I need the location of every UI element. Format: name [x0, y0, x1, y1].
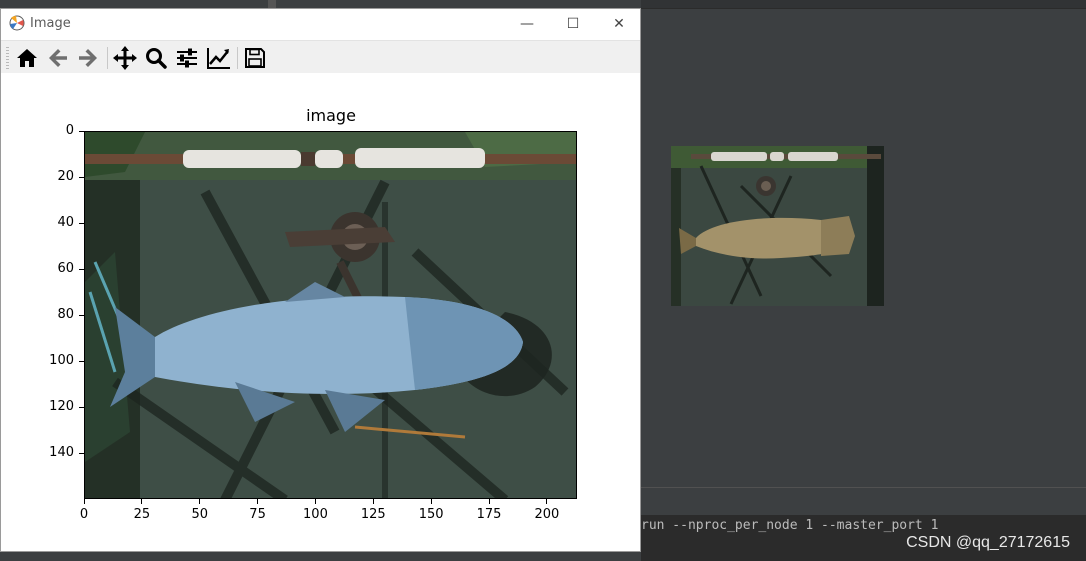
- home-button[interactable]: [13, 44, 41, 72]
- y-tick: [79, 176, 84, 178]
- x-tick-label: 75: [249, 507, 266, 522]
- ide-top-bar: [641, 0, 1086, 9]
- y-tick: [79, 360, 84, 362]
- move-icon: [113, 46, 137, 70]
- subplots-button[interactable]: [173, 44, 201, 72]
- y-tick-label: 20: [57, 169, 74, 184]
- forward-button[interactable]: [74, 44, 102, 72]
- x-tick: [488, 499, 490, 504]
- preview-image: [671, 146, 884, 306]
- toolbar-separator: [107, 47, 108, 69]
- x-tick-label: 100: [303, 507, 328, 522]
- plot-title: image: [306, 106, 356, 125]
- maximize-button[interactable]: ☐: [550, 9, 596, 39]
- magnifier-icon: [146, 48, 167, 69]
- x-tick: [199, 499, 201, 504]
- sliders-icon: [177, 48, 197, 68]
- y-tick-label: 40: [57, 215, 74, 230]
- x-tick-label: 200: [534, 507, 560, 522]
- x-tick-label: 150: [418, 507, 444, 522]
- x-tick: [141, 499, 143, 504]
- ide-tool-strip: [641, 487, 1086, 516]
- x-tick-label: 0: [79, 507, 89, 522]
- x-tick: [257, 499, 259, 504]
- toolbar-grip[interactable]: [6, 47, 9, 69]
- y-tick: [79, 406, 84, 408]
- close-button[interactable]: ✕: [596, 9, 642, 39]
- y-tick-label: 140: [49, 445, 74, 460]
- home-icon: [17, 49, 37, 67]
- x-tick-label: 25: [133, 507, 151, 522]
- ide-splitter[interactable]: [268, 0, 276, 8]
- figure-canvas[interactable]: image 0 25 50 75 100 125 150 175 200 0 2…: [1, 73, 640, 551]
- matplotlib-icon: [9, 15, 25, 31]
- back-button[interactable]: [44, 44, 72, 72]
- watermark: CSDN @qq_27172615: [906, 534, 1070, 551]
- y-tick-label: 120: [49, 399, 74, 414]
- y-tick-label: 80: [57, 307, 74, 322]
- x-tick: [372, 499, 374, 504]
- x-tick-label: 175: [476, 507, 502, 522]
- terminal-command-text: run --nproc_per_node 1 --master_port 1: [641, 518, 939, 533]
- x-tick-label: 125: [360, 507, 386, 522]
- pan-button[interactable]: [111, 44, 139, 72]
- save-button[interactable]: [241, 44, 269, 72]
- zoom-button[interactable]: [142, 44, 170, 72]
- close-icon: ✕: [613, 16, 625, 32]
- x-tick: [430, 499, 432, 504]
- y-tick: [79, 222, 84, 224]
- minimize-button[interactable]: —: [504, 9, 550, 39]
- line-chart-icon: [207, 48, 230, 69]
- floppy-disk-icon: [245, 48, 265, 68]
- axes-image-area[interactable]: [84, 131, 577, 499]
- x-tick: [83, 499, 85, 504]
- y-tick: [79, 314, 84, 316]
- customize-button[interactable]: [205, 44, 233, 72]
- window-title: Image: [30, 16, 71, 31]
- y-tick-label: 60: [57, 261, 74, 276]
- y-tick: [79, 452, 84, 454]
- maximize-icon: ☐: [566, 16, 580, 32]
- y-tick-label: 0: [65, 123, 74, 138]
- minimize-icon: —: [520, 16, 534, 32]
- window-title-bar[interactable]: Image — ☐ ✕: [1, 9, 640, 40]
- arrow-left-icon: [49, 49, 67, 67]
- figure-window: Image — ☐ ✕ image 0 25 50 75 100 125 150…: [0, 8, 641, 552]
- arrow-right-icon: [79, 49, 97, 67]
- y-tick-label: 100: [49, 353, 74, 368]
- displayed-image: [85, 132, 576, 498]
- navigation-toolbar: [1, 40, 640, 75]
- toolbar-separator: [237, 47, 238, 69]
- x-tick-label: 50: [191, 507, 208, 522]
- x-tick: [546, 499, 548, 504]
- x-tick: [314, 499, 316, 504]
- y-tick: [79, 130, 84, 132]
- y-tick: [79, 268, 84, 270]
